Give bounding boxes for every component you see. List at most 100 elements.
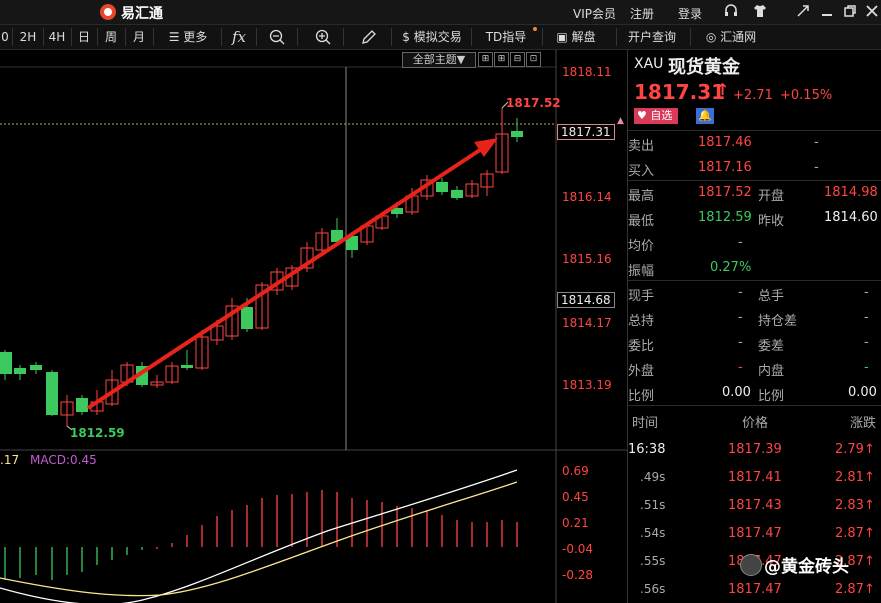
headset-icon[interactable] <box>724 4 738 22</box>
more-button[interactable]: ☰ 更多 <box>160 25 216 49</box>
price-change-pct: +0.15% <box>780 88 833 103</box>
close-icon[interactable] <box>865 4 879 22</box>
tick-change: 2.79↑ <box>835 442 875 457</box>
sell-price: 1817.46 <box>698 135 752 150</box>
hold-diff-value: - <box>864 310 869 325</box>
tick-time: 16:38 <box>628 442 666 457</box>
total-hold-label: 总持 <box>628 314 655 329</box>
indicator-value: .17 <box>0 453 20 467</box>
price-axis-label: 1816.14 <box>562 190 612 204</box>
theme-select[interactable]: 全部主题▼ <box>402 52 476 68</box>
inner-label: 内盘 <box>758 364 785 379</box>
period-2h-button[interactable]: 2H <box>16 25 40 49</box>
quote-panel: XAU 现货黄金 1817.31 ↑ +2.71 +0.15% ♥ 自选 🔔 卖… <box>627 50 881 603</box>
avg-label: 均价 <box>628 239 655 254</box>
tick-header-price: 价格 <box>742 416 769 431</box>
period-day-button[interactable]: 日 <box>74 25 94 49</box>
sell-label: 卖出 <box>628 139 655 154</box>
td-guide-button[interactable]: TD指导 <box>484 25 528 49</box>
macd-axis-label: -0.04 <box>562 542 594 556</box>
tick-change: 2.83↑ <box>835 498 875 513</box>
price-axis-label: 1815.16 <box>562 252 612 266</box>
period-week-button[interactable]: 周 <box>100 25 122 49</box>
register-link[interactable]: 注册 <box>630 5 654 22</box>
outer-label: 外盘 <box>628 364 655 379</box>
tick-price: 1817.47 <box>728 582 782 597</box>
ratio-value: 0.00 <box>722 385 751 400</box>
price-axis-label: 1818.11 <box>562 65 612 79</box>
period-4h-button[interactable]: 4H <box>46 25 68 49</box>
sim-trade-label: 模拟交易 <box>413 30 462 44</box>
watermark-logo-icon <box>740 554 762 576</box>
high-label: 最高 <box>628 189 655 204</box>
prev-close-label: 昨收 <box>758 214 785 229</box>
draw-pen-icon[interactable] <box>356 25 382 49</box>
price-axis-label: 1814.17 <box>562 316 612 330</box>
dollar-icon: $ <box>402 30 414 44</box>
amplitude-value: 0.27% <box>710 260 752 275</box>
notification-dot <box>533 27 537 31</box>
formula-button[interactable]: fx <box>226 25 252 49</box>
open-account-button[interactable]: 开户查询 <box>624 25 680 49</box>
symbol-name: 现货黄金 <box>668 57 740 78</box>
hold-diff-label: 持仓差 <box>758 314 798 329</box>
buy-volume: - <box>814 160 819 175</box>
alert-bell-icon[interactable]: 🔔 <box>696 108 714 124</box>
buy-label: 买入 <box>628 164 655 179</box>
minimize-icon[interactable] <box>820 4 834 22</box>
macd-label: MACD:0.45 <box>30 453 97 467</box>
sim-trade-button[interactable]: $ 模拟交易 <box>398 25 466 49</box>
layout-icon-2[interactable]: ⊞ <box>494 52 509 67</box>
low-value: 1812.59 <box>698 210 752 225</box>
total-hand-value: - <box>864 285 869 300</box>
chart-area[interactable]: 全部主题▼ ⊞ ⊞ ⊟ ⊡ 1818.11 1816.14 1815.16 18… <box>0 50 627 603</box>
macd-axis-label: 0.21 <box>562 516 589 530</box>
crosshair-price-tag: 1814.68 <box>557 292 615 308</box>
commit-ratio-label: 委比 <box>628 339 655 354</box>
period-button[interactable]: 0 <box>0 25 10 49</box>
watchlist-button[interactable]: ♥ 自选 <box>634 108 678 124</box>
login-link[interactable]: 登录 <box>678 5 702 22</box>
zoom-in-icon[interactable] <box>310 25 336 49</box>
collapse-icon[interactable] <box>796 4 810 22</box>
low-label: 最低 <box>628 214 655 229</box>
huitong-label: 汇通网 <box>720 30 757 44</box>
period-month-button[interactable]: 月 <box>128 25 150 49</box>
buy-price: 1817.16 <box>698 160 752 175</box>
maximize-icon[interactable] <box>843 4 857 22</box>
tick-time: .49s <box>640 470 666 484</box>
ratio-label: 比例 <box>628 389 655 404</box>
high-value: 1817.52 <box>698 185 752 200</box>
tick-time: .56s <box>640 582 666 596</box>
watermark-text: @黄金砖头 <box>764 557 849 577</box>
list-icon: ☰ <box>168 30 184 44</box>
now-hand-value: - <box>738 285 743 300</box>
layout-icon-1[interactable]: ⊞ <box>478 52 493 67</box>
chat-icon: ▣ <box>556 30 572 44</box>
tick-price: 1817.47 <box>728 526 782 541</box>
app-logo-icon <box>100 4 116 20</box>
commit-diff-label: 委差 <box>758 339 785 354</box>
ratio-value: 0.00 <box>848 385 877 400</box>
now-hand-label: 现手 <box>628 289 655 304</box>
open-label: 开盘 <box>758 189 785 204</box>
commit-diff-value: - <box>864 335 869 350</box>
layout-icon-4[interactable]: ⊡ <box>526 52 541 67</box>
up-arrow-icon: ↑ <box>716 80 730 99</box>
huitong-button[interactable]: ◎ 汇通网 <box>700 25 762 49</box>
zoom-out-icon[interactable] <box>264 25 290 49</box>
layout-icon-3[interactable]: ⊟ <box>510 52 525 67</box>
review-button[interactable]: ▣ 解盘 <box>550 25 602 49</box>
huitong-logo-icon: ◎ <box>705 30 721 44</box>
tick-time: .51s <box>640 498 666 512</box>
amplitude-label: 振幅 <box>628 264 655 279</box>
commit-ratio-value: - <box>738 335 743 350</box>
price-change: +2.71 <box>733 88 773 103</box>
inner-value: - <box>864 360 869 375</box>
shirt-icon[interactable] <box>753 4 767 22</box>
last-price: 1817.31 <box>634 80 726 104</box>
watchlist-label: 自选 <box>650 109 673 122</box>
prev-close-value: 1814.60 <box>824 210 878 225</box>
current-price-marker-icon: ▲ <box>617 116 624 126</box>
vip-link[interactable]: VIP会员 <box>573 5 616 22</box>
